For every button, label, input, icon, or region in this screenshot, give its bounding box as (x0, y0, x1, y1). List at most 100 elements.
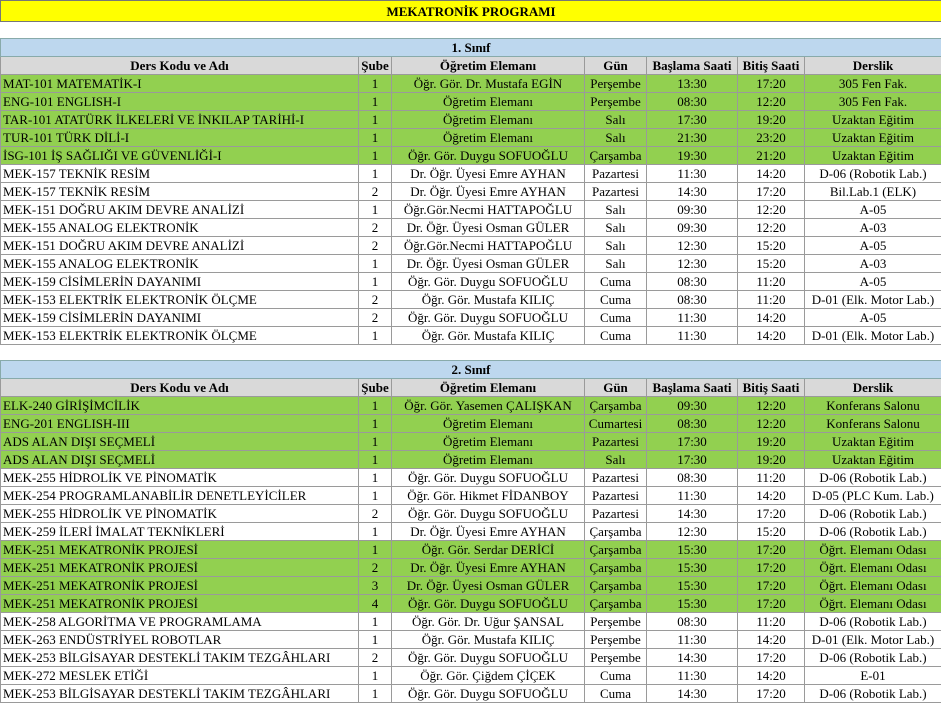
room-cell: Uzaktan Eğitim (804, 146, 941, 165)
day-cell: Çarşamba (584, 594, 647, 613)
table-row: MEK-159 CİSİMLERİN DAYANIMI 2 Öğr. Gör. Du… (0, 308, 941, 327)
day-cell: Çarşamba (584, 396, 647, 415)
section-cell: 1 (358, 110, 392, 129)
section-cell: 2 (358, 648, 392, 667)
column-header: Ders Kodu ve Adı (0, 378, 359, 397)
course-cell: MEK-251 MEKATRONİK PROJESİ (0, 576, 359, 595)
section-cell: 2 (358, 308, 392, 327)
instructor-cell: Öğretim Elemanı (391, 450, 585, 469)
section-cell: 1 (358, 612, 392, 631)
day-cell: Salı (584, 450, 647, 469)
end-time-cell: 14:20 (737, 486, 805, 505)
day-cell: Çarşamba (584, 522, 647, 541)
end-time-cell: 15:20 (737, 236, 805, 255)
room-cell: D-06 (Robotik Lab.) (804, 468, 941, 487)
room-cell: D-01 (Elk. Motor Lab.) (804, 630, 941, 649)
instructor-cell: Öğr.Gör.Necmi HATTAPOĞLU (391, 200, 585, 219)
section-cell: 1 (358, 272, 392, 291)
start-time-cell: 08:30 (646, 272, 738, 291)
section-cell: 4 (358, 594, 392, 613)
course-cell: MEK-151 DOĞRU AKIM DEVRE ANALİZİ (0, 200, 359, 219)
column-header: Öğretim Elemanı (391, 378, 585, 397)
course-cell: MEK-253 BİLGİSAYAR DESTEKLİ TAKIM TEZGÂH… (0, 684, 359, 703)
day-cell: Perşembe (584, 612, 647, 631)
column-header: Derslik (804, 378, 941, 397)
start-time-cell: 11:30 (646, 486, 738, 505)
section-cell: 1 (358, 432, 392, 451)
course-cell: MEK-254 PROGRAMLANABİLİR DENETLEYİCİLER (0, 486, 359, 505)
column-header: Derslik (804, 56, 941, 75)
course-cell: MEK-155 ANALOG ELEKTRONİK (0, 254, 359, 273)
section-cell: 1 (358, 468, 392, 487)
course-cell: MEK-159 CİSİMLERİN DAYANIMI (0, 308, 359, 327)
day-cell: Çarşamba (584, 558, 647, 577)
day-cell: Cumartesi (584, 414, 647, 433)
end-time-cell: 14:20 (737, 630, 805, 649)
course-cell: MEK-259 İLERİ İMALAT TEKNİKLERİ (0, 522, 359, 541)
end-time-cell: 17:20 (737, 684, 805, 703)
table-row: MEK-151 DOĞRU AKIM DEVRE ANALİZİ 2 Öğr.Gör… (0, 236, 941, 255)
room-cell: D-06 (Robotik Lab.) (804, 164, 941, 183)
instructor-cell: Dr. Öğr. Üyesi Emre AYHAN (391, 558, 585, 577)
instructor-cell: Öğr. Gör. Duygu SOFUOĞLU (391, 272, 585, 291)
day-cell: Çarşamba (584, 146, 647, 165)
table-row: MEK-157 TEKNİK RESİM 2 Dr. Öğr. Üyesi Emre… (0, 182, 941, 201)
start-time-cell: 14:30 (646, 648, 738, 667)
course-cell: ENG-201 ENGLISH-III (0, 414, 359, 433)
start-time-cell: 15:30 (646, 576, 738, 595)
section-cell: 1 (358, 146, 392, 165)
end-time-cell: 17:20 (737, 648, 805, 667)
table-row: ENG-201 ENGLISH-III 1 Öğretim Elemanı Cumar… (0, 414, 941, 433)
day-cell: Salı (584, 254, 647, 273)
start-time-cell: 11:30 (646, 164, 738, 183)
room-cell: A-05 (804, 272, 941, 291)
day-cell: Cuma (584, 290, 647, 309)
room-cell: E-01 (804, 666, 941, 685)
room-cell: Uzaktan Eğitim (804, 128, 941, 147)
room-cell: 305 Fen Fak. (804, 74, 941, 93)
room-cell: A-05 (804, 308, 941, 327)
day-cell: Cuma (584, 308, 647, 327)
start-time-cell: 09:30 (646, 200, 738, 219)
section-cell: 2 (358, 290, 392, 309)
start-time-cell: 14:30 (646, 504, 738, 523)
page-title: MEKATRONİK PROGRAMI (0, 0, 941, 22)
end-time-cell: 14:20 (737, 308, 805, 327)
table-row: MEK-263 ENDÜSTRİYEL ROBOTLAR 1 Öğr. Gör. M… (0, 630, 941, 649)
spacer (0, 344, 941, 361)
start-time-cell: 08:30 (646, 612, 738, 631)
end-time-cell: 11:20 (737, 468, 805, 487)
end-time-cell: 12:20 (737, 92, 805, 111)
instructor-cell: Öğr. Gör. Mustafa KILIÇ (391, 630, 585, 649)
course-cell: MEK-251 MEKATRONİK PROJESİ (0, 558, 359, 577)
course-cell: ENG-101 ENGLISH-I (0, 92, 359, 111)
table-row: ENG-101 ENGLISH-I 1 Öğretim Elemanı Perşemb… (0, 92, 941, 111)
table-row: MEK-155 ANALOG ELEKTRONİK 1 Dr. Öğr. Üyesi… (0, 254, 941, 273)
course-cell: ELK-240 GİRİŞİMCİLİK (0, 396, 359, 415)
class-header-row: 1. Sınıf (0, 38, 941, 57)
start-time-cell: 15:30 (646, 558, 738, 577)
course-cell: MEK-251 MEKATRONİK PROJESİ (0, 540, 359, 559)
course-cell: MEK-151 DOĞRU AKIM DEVRE ANALİZİ (0, 236, 359, 255)
section-cell: 1 (358, 486, 392, 505)
room-cell: D-01 (Elk. Motor Lab.) (804, 326, 941, 345)
end-time-cell: 17:20 (737, 594, 805, 613)
instructor-cell: Öğretim Elemanı (391, 432, 585, 451)
section-cell: 1 (358, 666, 392, 685)
table-row: MEK-151 DOĞRU AKIM DEVRE ANALİZİ 1 Öğr.Gör… (0, 200, 941, 219)
room-cell: Öğrt. Elemanı Odası (804, 576, 941, 595)
start-time-cell: 09:30 (646, 218, 738, 237)
day-cell: Pazartesi (584, 432, 647, 451)
instructor-cell: Öğr. Gör. Dr. Mustafa EGİN (391, 74, 585, 93)
instructor-cell: Öğr. Gör. Çiğdem ÇİÇEK (391, 666, 585, 685)
section-cell: 2 (358, 218, 392, 237)
table-row: MEK-253 BİLGİSAYAR DESTEKLİ TAKIM TEZGÂH… (0, 648, 941, 667)
room-cell: D-06 (Robotik Lab.) (804, 522, 941, 541)
room-cell: Bil.Lab.1 (ELK) (804, 182, 941, 201)
room-cell: A-03 (804, 254, 941, 273)
table-row: MEK-255 HİDROLİK VE PİNOMATİK 1 Öğr. Gör. … (0, 468, 941, 487)
start-time-cell: 15:30 (646, 540, 738, 559)
end-time-cell: 14:20 (737, 164, 805, 183)
day-cell: Salı (584, 128, 647, 147)
instructor-cell: Öğr. Gör. Mustafa KILIÇ (391, 326, 585, 345)
